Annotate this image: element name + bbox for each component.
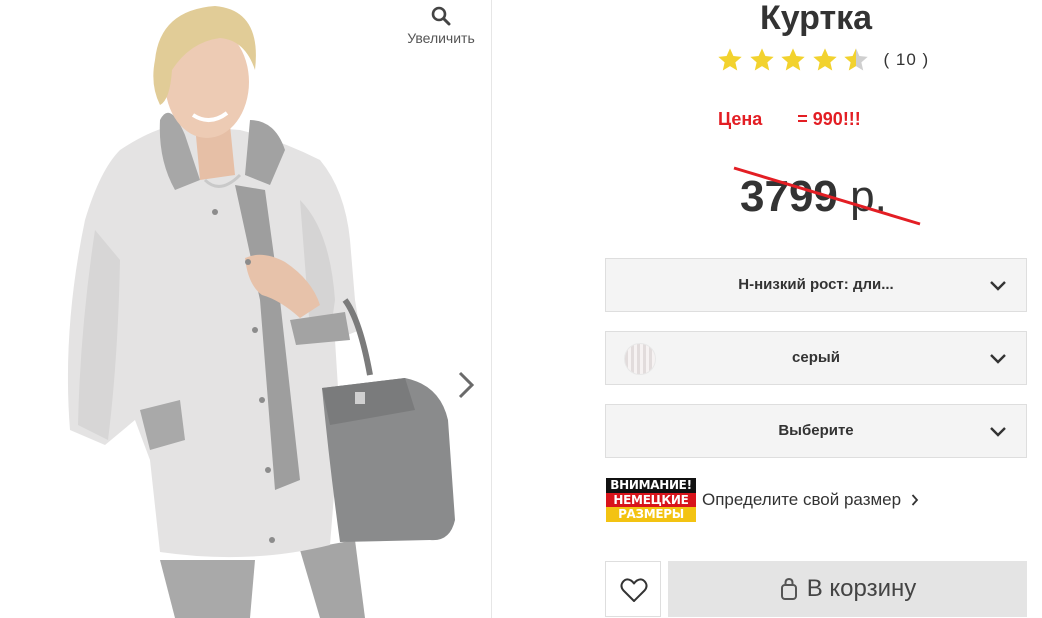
size-select-value: Выберите (778, 422, 854, 439)
star-half-icon (844, 48, 868, 71)
product-rating[interactable]: ( 10 ) (716, 46, 929, 74)
badge-line-1: ВНИМАНИЕ! (606, 478, 696, 493)
height-select[interactable]: Н-низкий рост: дли... (605, 258, 1027, 312)
chevron-down-icon (990, 427, 1006, 437)
add-to-cart-button[interactable]: В корзину (668, 561, 1027, 617)
chevron-down-icon (990, 281, 1006, 291)
promo-price: Цена = 990!!! (718, 109, 861, 129)
star-icon (749, 48, 774, 71)
size-select[interactable]: Выберите (605, 404, 1027, 458)
product-title: Куртка (759, 0, 873, 37)
size-guide-label[interactable]: Определите свой размер (702, 490, 901, 510)
review-count[interactable]: ( 10 ) (884, 50, 930, 70)
badge-line-3: РАЗМЕРЫ (606, 507, 696, 522)
size-guide-link[interactable]: ВНИМАНИЕ! НЕМЕЦКИЕ РАЗМЕРЫ Определите св… (606, 478, 919, 522)
search-icon (431, 6, 451, 26)
chevron-right-icon (911, 494, 919, 506)
star-icon (781, 48, 805, 71)
chevron-down-icon (990, 354, 1006, 364)
height-select-value: Н-низкий рост: дли... (738, 276, 894, 293)
color-select[interactable]: серый (605, 331, 1027, 385)
old-price: 3799 р. (740, 172, 887, 222)
old-price-value: 3799 (740, 172, 838, 221)
german-sizes-badge: ВНИМАНИЕ! НЕМЕЦКИЕ РАЗМЕРЫ (606, 478, 696, 522)
heart-icon (620, 578, 648, 602)
old-price-currency: р. (837, 172, 887, 221)
star-icon (812, 48, 837, 71)
product-page: Увеличить Куртка ( 10 ) Цена = 990!!! 37… (0, 0, 1042, 618)
product-photo[interactable] (0, 0, 492, 618)
star-icon (718, 48, 742, 71)
add-to-cart-label: В корзину (806, 575, 917, 602)
zoom-button[interactable]: Увеличить (396, 6, 486, 46)
add-to-favorites-button[interactable] (605, 561, 661, 617)
shopping-bag-icon (780, 577, 797, 600)
badge-line-2: НЕМЕЦКИЕ (606, 492, 696, 508)
color-select-value: серый (792, 349, 840, 366)
zoom-label: Увеличить (407, 30, 475, 46)
product-gallery: Увеличить (0, 0, 492, 618)
chevron-right-icon[interactable] (452, 368, 480, 402)
